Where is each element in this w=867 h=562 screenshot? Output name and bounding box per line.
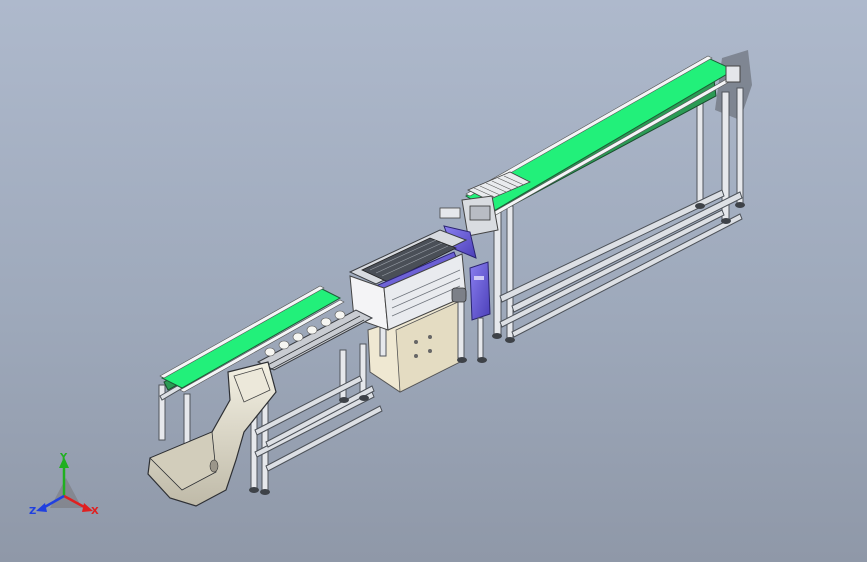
middle-machine (348, 225, 491, 393)
coordinate-axes-icon (36, 457, 93, 512)
conveyor-assembly-model[interactable] (0, 0, 867, 562)
cad-viewport[interactable]: Y X Z (0, 0, 867, 562)
lower-conveyor (147, 285, 383, 507)
z-axis-label: Z (29, 506, 37, 517)
y-axis-label: Y (60, 452, 68, 463)
x-axis-label: X (91, 506, 99, 517)
